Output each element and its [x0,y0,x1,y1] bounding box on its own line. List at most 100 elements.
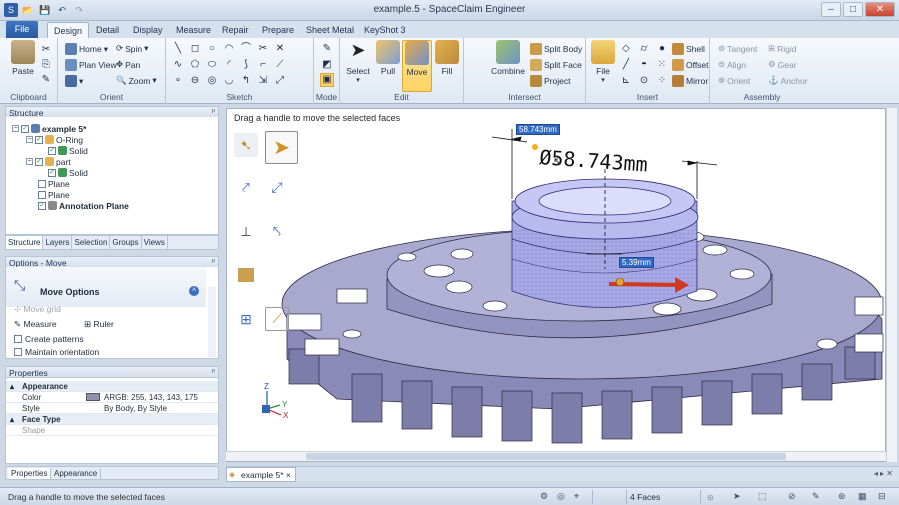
axis-icon[interactable]: ╱ [620,59,632,71]
rectangle-icon[interactable]: ◻ [189,43,201,55]
maintain-orientation-option[interactable]: Maintain orientation [14,347,99,357]
tab-repair[interactable]: Repair [216,22,255,38]
appearance-category[interactable]: ▴ Appearance [6,381,218,392]
tab-layers[interactable]: Layers [43,236,73,249]
select-faces-tool[interactable]: ➷ [234,133,258,157]
close-icon[interactable]: ✕ [865,2,895,17]
section-mode-icon[interactable]: ◩ [321,59,333,71]
line-icon[interactable]: ╲ [172,43,184,55]
plane-icon[interactable]: ◇ [620,43,632,55]
align-button[interactable]: ⊜ Align [718,59,746,70]
project-button[interactable]: Project [530,75,570,87]
tab-detail[interactable]: Detail [90,22,125,38]
style-property[interactable]: Style By Body, By Style [6,403,218,414]
scroll-thumb[interactable] [306,453,786,460]
tab-prepare[interactable]: Prepare [256,22,300,38]
tab-appearance[interactable]: Appearance [51,468,102,479]
three-point-circle-icon[interactable]: ◎ [206,75,218,87]
format-painter-icon[interactable]: ✎ [40,74,52,86]
ruler-tool[interactable]: ⊞ [234,307,258,331]
tree-item-part-solid[interactable]: ✓ Solid [48,167,88,178]
tab-properties[interactable]: Properties [8,468,52,479]
sketch-mode-icon[interactable]: ✎ [321,43,333,55]
paint-select-icon[interactable]: ✎ [812,491,823,502]
insert-file-button[interactable]: File ▾ [588,40,618,84]
pin-icon[interactable]: ᵖ [212,257,215,266]
box-select-icon[interactable]: ⬚ [758,491,769,502]
visibility-checkbox[interactable] [38,190,46,199]
visibility-checkbox[interactable]: ✓ [48,168,56,177]
color-property[interactable]: Color ARGB: 255, 143, 143, 175 [6,392,218,403]
tab-file[interactable]: File [6,21,38,38]
slot-icon[interactable]: ⊖ [189,75,201,87]
pin-icon[interactable]: ᵖ [212,107,215,116]
spline-icon[interactable]: ∿ [172,59,184,71]
anchor-tool[interactable]: ⤤ [234,175,258,199]
arc-icon[interactable]: ◠ [223,43,235,55]
pull-direction-tool[interactable]: ⤣ [265,219,289,243]
paste-button[interactable]: Paste [8,40,38,76]
pointer-icon[interactable]: ➤ [733,491,744,502]
polygon-icon[interactable]: ⬠ [189,59,201,71]
tree-item-part[interactable]: − ✓ part [26,156,71,167]
shell-button[interactable]: Shell [672,43,705,55]
fill-button[interactable]: Fill [432,40,462,76]
pull-button[interactable]: Pull [373,40,403,76]
status-icon-1[interactable]: ⚙ [540,491,551,502]
sphere-icon[interactable]: ● [656,43,668,55]
visibility-checkbox[interactable]: ✓ [35,135,43,144]
tab-design[interactable]: Design [47,22,90,38]
point-icon[interactable]: ∘ [172,75,184,87]
snap-icon[interactable]: ⊛ [838,491,849,502]
create-patterns-option[interactable]: Create patterns [14,334,84,344]
collapse-options-icon[interactable]: ˄ [189,286,199,296]
plan-view-button[interactable]: Plan View [65,59,117,71]
view-icon[interactable]: ▦ [858,491,869,502]
collapse-icon[interactable]: − [26,158,33,165]
offset-curve-icon[interactable]: ⟆ [240,59,252,71]
cylinder-icon[interactable]: ⌭ [638,43,650,55]
home-button[interactable]: Home ▾ [65,43,108,55]
bend-icon[interactable]: ↰ [240,75,252,87]
shell-icon[interactable]: ◓ [638,59,650,71]
fillet-icon[interactable]: ⌐ [257,59,269,71]
tree-item-root[interactable]: − ✓ example 5* [12,123,86,134]
anchor-button[interactable]: ⚓ Anchor [768,75,808,86]
maintain-orientation-checkbox[interactable] [14,348,22,356]
move-direction-tool[interactable]: ➤ [265,131,298,164]
extend-icon[interactable]: ⇲ [257,75,269,87]
project-curve-icon[interactable]: ⤢ [274,75,286,87]
mirror-button[interactable]: Mirror [672,75,708,87]
zoom-button[interactable]: 🔍 Zoom ▾ [116,75,157,86]
split-face-button[interactable]: Split Face [530,59,582,71]
origin-icon[interactable]: ⊾ [620,75,632,87]
view-cube-button[interactable]: ▾ [65,75,83,87]
minimize-icon[interactable]: – [821,2,841,17]
rigid-button[interactable]: ⊞ Rigid [768,43,797,54]
anchor-handle[interactable] [532,144,538,150]
visibility-checkbox[interactable]: ✓ [48,146,56,155]
ruler-option[interactable]: ⊞ Ruler [84,319,114,330]
ellipse-icon[interactable]: ⬭ [206,59,218,71]
move-grid-option[interactable]: ⊹ Move grid [14,304,61,315]
status-icon-3[interactable]: ⌖ [574,491,585,502]
circle-icon[interactable]: ○ [206,43,218,55]
collapse-icon[interactable]: − [12,125,19,132]
grid-pattern-icon[interactable]: ⁘ [656,75,668,87]
3d-mode-icon[interactable]: ▣ [320,73,334,87]
detach-tool[interactable]: ⟋ [265,307,289,331]
tab-display[interactable]: Display [127,22,169,38]
cross-icon[interactable]: ✕ [274,43,286,55]
shape-property[interactable]: Shape [6,425,218,436]
maximize-icon[interactable]: □ [843,2,863,17]
tab-scroll-icon[interactable]: ◂ ▸ ✕ [874,469,893,478]
document-tab[interactable]: ◈ example 5* × [226,467,296,482]
visibility-checkbox[interactable]: ✓ [35,157,43,166]
pattern-icon[interactable]: ⁙ [656,59,668,71]
cut-icon[interactable]: ✂ [40,44,52,56]
point-insert-icon[interactable]: ⊙ [638,75,650,87]
orient-triad-tool[interactable]: ⟂ [234,219,258,243]
tab-selection[interactable]: Selection [72,236,111,249]
tree-item-plane-2[interactable]: Plane [38,189,70,200]
tab-views[interactable]: Views [142,236,168,249]
